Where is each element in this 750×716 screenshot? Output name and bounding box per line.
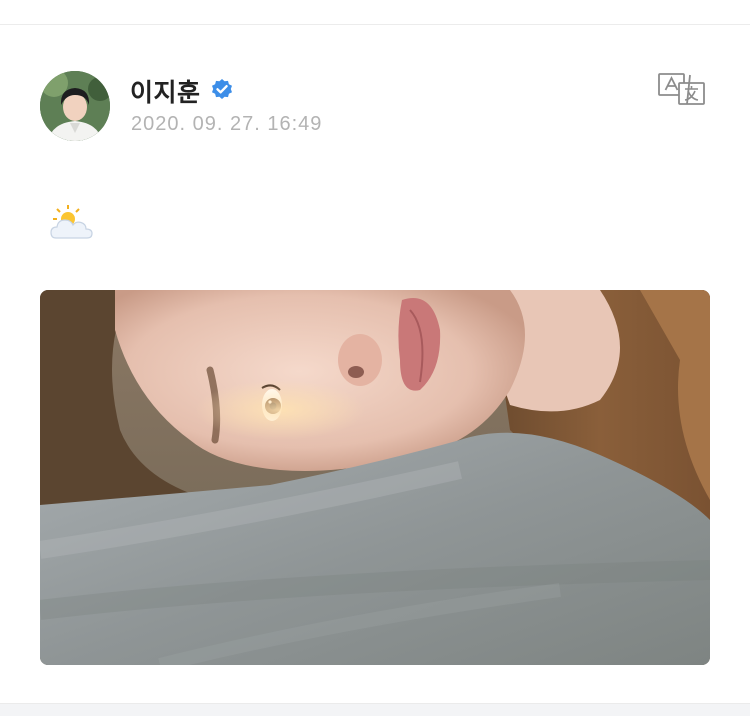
bottom-bar — [0, 703, 750, 716]
translate-icon — [658, 73, 705, 105]
post-photo[interactable] — [40, 290, 710, 665]
post-text — [50, 205, 94, 241]
sun-behind-cloud-icon — [50, 205, 93, 239]
verified-badge-icon — [212, 79, 232, 99]
translate-button[interactable] — [657, 71, 707, 107]
avatar-image — [40, 71, 110, 141]
post-card: 이지훈 2020. 09. 27. 16:49 — [0, 25, 750, 703]
post-timestamp: 2020. 09. 27. 16:49 — [131, 113, 323, 135]
photo-image — [40, 290, 710, 665]
author-name[interactable]: 이지훈 — [130, 73, 201, 109]
avatar[interactable] — [40, 71, 110, 141]
